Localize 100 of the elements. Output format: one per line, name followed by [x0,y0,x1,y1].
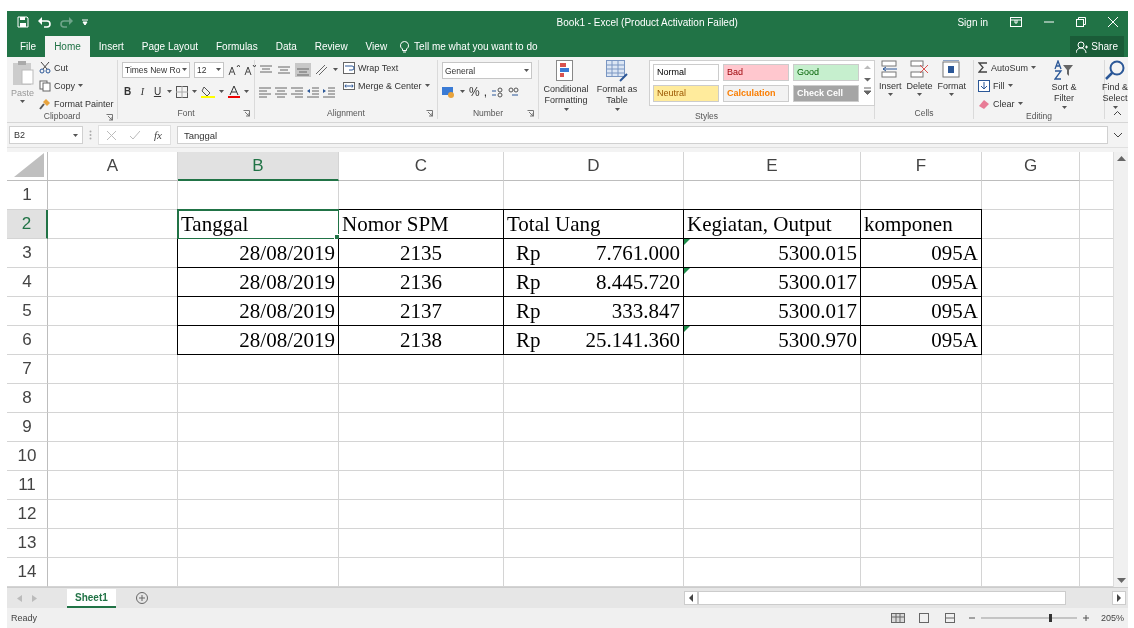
ribbon-tab[interactable]: Review [305,36,357,57]
ribbon-tab[interactable]: File [11,36,46,57]
conditional-formatting-button[interactable]: Conditional Formatting [543,60,589,111]
table-cell[interactable]: Kegiatan, Output [684,210,861,239]
number-format-field[interactable]: General [442,62,532,79]
name-box[interactable]: B2 [9,126,83,144]
font-size-field[interactable]: 12 [194,61,224,78]
format-button[interactable]: Format [937,60,967,96]
table-cell[interactable]: 2135 [339,239,504,268]
save-icon[interactable] [17,16,29,28]
table-cell[interactable]: 28/08/2019 [178,268,339,297]
increase-decimal-icon[interactable] [491,85,503,98]
formula-field[interactable]: Tanggal [176,126,1108,144]
normal-view-icon[interactable] [890,613,905,623]
more-icon[interactable] [863,87,872,96]
merge-center-button[interactable]: Merge & Center [343,78,430,93]
new-sheet-icon[interactable] [135,592,148,604]
currency-icon[interactable] [442,85,456,98]
delete-button[interactable]: Delete [906,60,933,96]
scroll-down-icon[interactable] [1116,578,1126,584]
share-button[interactable]: Share [1070,36,1124,57]
fill-button[interactable]: Fill [978,78,1037,93]
dialog-launcher-icon[interactable] [426,110,433,117]
table-cell[interactable]: 095A [861,326,982,355]
sheet-tab[interactable]: Sheet1 [67,588,116,608]
underline-button[interactable]: U [152,86,163,97]
table-cell[interactable]: 28/08/2019 [178,326,339,355]
ribbon-tab[interactable]: View [356,36,397,57]
insert-function-button[interactable]: fx [154,129,162,141]
shrink-font-icon[interactable] [244,63,256,76]
collapse-ribbon-icon[interactable] [1113,110,1122,116]
scroll-right-icon[interactable] [1112,591,1126,605]
table-cell[interactable]: 28/08/2019 [178,239,339,268]
table-cell[interactable]: 095A [861,239,982,268]
find-select-button[interactable]: Find & Select [1092,60,1128,109]
table-cell[interactable]: 095A [861,297,982,326]
column-header[interactable]: B [178,152,339,181]
expand-icon[interactable] [1114,132,1122,138]
customize-icon[interactable] [82,18,88,26]
restore-icon[interactable] [1076,17,1086,27]
dialog-launcher-icon[interactable] [106,114,113,121]
scroll-left-icon[interactable] [684,591,698,605]
dialog-launcher-icon[interactable] [243,110,250,117]
scroll-up-icon[interactable] [1116,155,1126,161]
cut-button[interactable]: Cut [39,60,114,75]
increase-indent-icon[interactable] [323,85,335,98]
cell-style-swatch[interactable]: Neutral [653,85,719,102]
table-cell[interactable]: 5300.017 [684,268,861,297]
table-cell[interactable]: 5300.015 [684,239,861,268]
table-cell[interactable]: komponen [861,210,982,239]
table-cell[interactable]: 5300.970 [684,326,861,355]
grow-font-icon[interactable] [228,63,240,76]
undo-icon[interactable] [38,16,51,28]
ribbon-tab[interactable]: Data [266,36,306,57]
percent-style-button[interactable]: % [469,84,480,99]
table-cell[interactable]: 5300.017 [684,297,861,326]
row-header[interactable]: 2 [7,210,48,239]
cell-style-swatch[interactable]: Good [793,64,859,81]
dialog-launcher-icon[interactable] [527,110,534,117]
sign-in-link[interactable]: Sign in [957,16,988,28]
table-cell[interactable]: Nomor SPM [339,210,504,239]
ribbon-tab[interactable]: Insert [89,36,133,57]
sort-filter-button[interactable]: Sort & Filter [1041,60,1088,109]
cell-style-swatch[interactable]: Bad [723,64,789,81]
font-color-icon[interactable] [228,85,240,98]
decrease-indent-icon[interactable] [307,85,319,98]
insert-button[interactable]: Insert [879,60,902,96]
table-cell[interactable]: 2137 [339,297,504,326]
table-cell[interactable]: Rp 333.847 [504,297,684,326]
copy-button[interactable]: Copy [39,78,114,93]
ribbon-tab[interactable]: Formulas [207,36,267,57]
scroll-down-icon[interactable] [863,75,872,84]
format-as-table-button[interactable]: Format as Table [594,60,640,111]
bold-button[interactable]: B [122,86,133,97]
tell-me-search[interactable]: Tell me what you want to do [400,36,538,57]
table-cell[interactable]: 28/08/2019 [178,297,339,326]
table-cell[interactable]: 2138 [339,326,504,355]
table-cell[interactable]: 2136 [339,268,504,297]
table-cell[interactable]: Rp 8.445.720 [504,268,684,297]
table-cell[interactable]: 095A [861,268,982,297]
ribbon-tab[interactable]: Page Layout [132,36,207,57]
autosum-button[interactable]: AutoSum [978,60,1037,75]
page-break-view-icon[interactable] [942,613,957,623]
scrollbar-thumb[interactable] [698,591,1066,605]
close-icon[interactable] [1108,17,1118,27]
clear-button[interactable]: Clear [978,96,1037,111]
table-cell[interactable]: Tanggal [178,210,339,239]
comma-style-button[interactable]: , [483,84,487,99]
page-layout-view-icon[interactable] [916,613,931,623]
table-cell[interactable]: Rp 25.141.360 [504,326,684,355]
zoom-level[interactable]: 205% [1100,613,1124,623]
text-orientation-icon[interactable] [315,63,329,76]
borders-icon[interactable] [176,85,188,98]
wrap-text-button[interactable]: Wrap Text [343,60,430,75]
table-cell[interactable]: Rp 7.761.000 [504,239,684,268]
format-painter-button[interactable]: Format Painter [39,96,114,111]
ribbon-display-icon[interactable] [1010,17,1022,27]
fill-color-icon[interactable] [201,85,215,98]
cell-style-swatch[interactable]: Normal [653,64,719,81]
zoom-slider-icon[interactable] [968,613,1089,623]
